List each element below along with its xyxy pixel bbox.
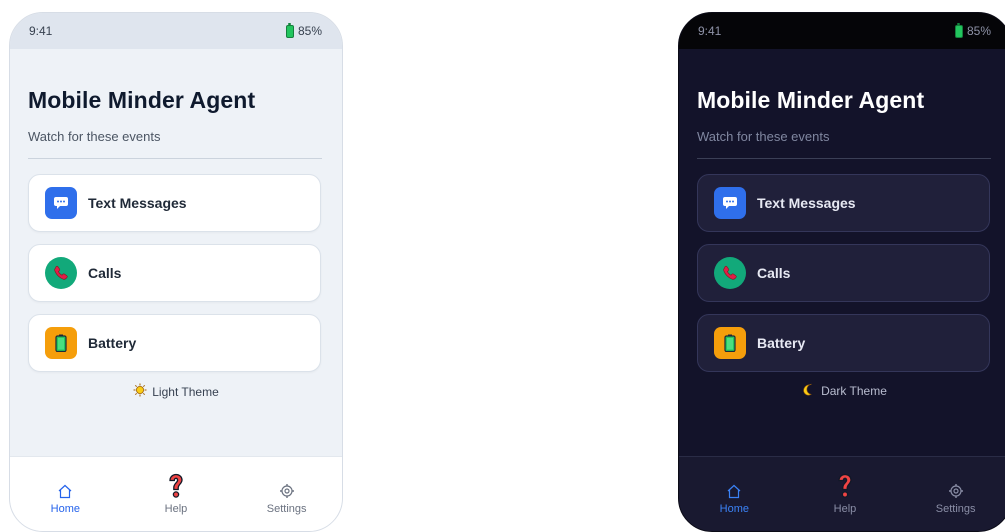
event-label: Calls — [88, 265, 122, 281]
light-theme-phone: 9:41 85% Mobile Minder Agent Watch for t… — [9, 12, 343, 532]
event-list: Text Messages Calls Battery — [28, 174, 321, 372]
event-label: Text Messages — [757, 195, 856, 211]
nav-settings[interactable]: Settings — [242, 475, 332, 531]
nav-label: Help — [833, 503, 857, 515]
theme-indicator[interactable]: Dark Theme — [679, 383, 1005, 399]
event-card-battery[interactable]: Battery — [697, 314, 990, 372]
event-card-calls[interactable]: Calls — [28, 244, 321, 302]
page-title: Mobile Minder Agent — [697, 87, 925, 113]
event-label: Battery — [88, 335, 137, 351]
bottom-navigation: Home Help Settings — [10, 456, 342, 531]
theme-label: Light Theme — [152, 384, 219, 399]
moon-icon — [803, 383, 816, 399]
gear-icon — [911, 475, 1001, 499]
battery-status-icon — [954, 22, 963, 38]
nav-label: Home — [719, 503, 749, 515]
status-bar: 9:41 85% — [679, 13, 1005, 49]
divider — [28, 158, 322, 159]
message-icon — [45, 187, 77, 219]
nav-help[interactable]: Help — [131, 473, 221, 531]
phone-icon — [714, 257, 746, 289]
battery-percent: 85% — [297, 24, 322, 38]
sun-icon — [133, 383, 147, 400]
status-bar: 9:41 85% — [10, 13, 342, 49]
event-card-text-messages[interactable]: Text Messages — [697, 174, 990, 232]
page-subtitle: Watch for these events — [697, 129, 830, 144]
status-battery: 85% — [954, 22, 991, 38]
nav-help[interactable]: Help — [800, 473, 890, 531]
event-label: Battery — [757, 335, 806, 351]
bottom-navigation: Home Help Settings — [679, 456, 1005, 531]
nav-label: Settings — [935, 503, 976, 515]
question-icon — [800, 473, 890, 499]
nav-label: Help — [164, 503, 188, 515]
event-list: Text Messages Calls Battery — [697, 174, 990, 372]
phone-icon — [45, 257, 77, 289]
event-label: Text Messages — [88, 195, 187, 211]
question-icon — [131, 473, 221, 499]
battery-status-icon — [285, 22, 294, 38]
page-title: Mobile Minder Agent — [28, 87, 256, 113]
home-icon — [20, 475, 110, 499]
dark-theme-phone: 9:41 85% Mobile Minder Agent Watch for t… — [678, 12, 1005, 532]
status-time: 9:41 — [29, 24, 53, 38]
battery-icon — [714, 327, 746, 359]
status-battery: 85% — [285, 22, 322, 38]
home-icon — [689, 475, 779, 499]
nav-label: Settings — [266, 503, 307, 515]
nav-label: Home — [50, 503, 80, 515]
page-subtitle: Watch for these events — [28, 129, 161, 144]
message-icon — [714, 187, 746, 219]
event-card-calls[interactable]: Calls — [697, 244, 990, 302]
theme-label: Dark Theme — [821, 384, 887, 398]
event-card-battery[interactable]: Battery — [28, 314, 321, 372]
status-time: 9:41 — [698, 24, 722, 38]
divider — [697, 158, 991, 159]
battery-percent: 85% — [966, 24, 991, 38]
theme-indicator[interactable]: Light Theme — [10, 383, 342, 400]
nav-settings[interactable]: Settings — [911, 475, 1001, 531]
nav-home[interactable]: Home — [20, 475, 110, 531]
nav-home[interactable]: Home — [689, 475, 779, 531]
event-card-text-messages[interactable]: Text Messages — [28, 174, 321, 232]
battery-icon — [45, 327, 77, 359]
gear-icon — [242, 475, 332, 499]
event-label: Calls — [757, 265, 791, 281]
